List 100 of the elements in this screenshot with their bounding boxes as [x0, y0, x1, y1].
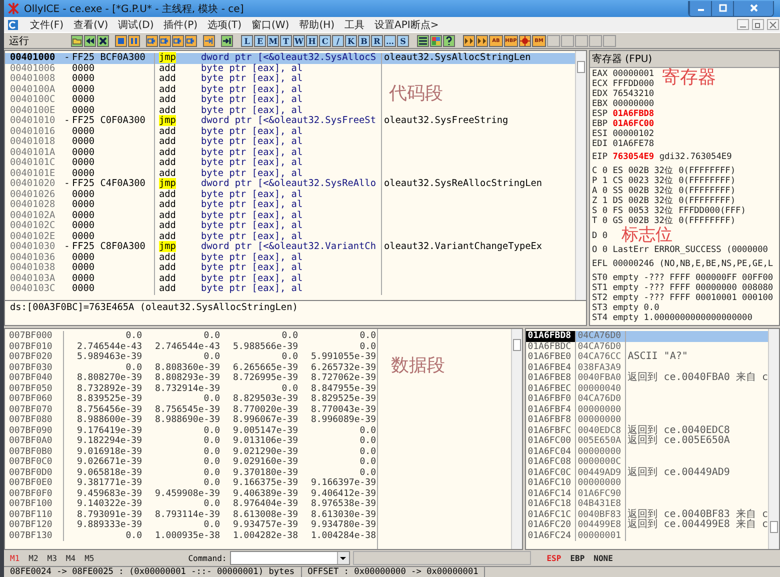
stack-mode-tab[interactable]: EBP — [567, 554, 588, 562]
list-button[interactable] — [417, 34, 429, 46]
address-text[interactable]: 00401000 — [5, 53, 62, 64]
menu-item[interactable]: 插件(P) — [160, 18, 202, 32]
address-text[interactable]: 0040103C — [5, 284, 62, 294]
stack-row[interactable]: 01A6FBE0 04CA76CC ASCII "A?" — [526, 352, 768, 362]
stack-row[interactable]: 01A6FBFC 0040EDC8 返回到 ce.0040EDC8 — [526, 426, 768, 436]
view-button[interactable]: H — [306, 34, 318, 46]
step-button[interactable] — [172, 34, 184, 46]
address-text[interactable]: 0040100E — [5, 106, 62, 116]
view-button[interactable]: M — [267, 34, 279, 46]
stack-row[interactable]: 01A6FC14 01A6FC90 — [526, 488, 768, 499]
stack-mode-tab[interactable]: NONE — [590, 554, 616, 562]
menu-item[interactable]: 调试(D) — [114, 18, 158, 32]
view-button[interactable]: … — [384, 34, 396, 46]
address-text[interactable]: 0040101A — [5, 148, 62, 158]
view-button[interactable]: T — [280, 34, 292, 46]
pause-button[interactable] — [128, 34, 140, 46]
stack-row[interactable]: 01A6FC00 005E650A 返回到 ce.005E650A — [526, 436, 768, 446]
view-button[interactable]: / — [332, 34, 344, 46]
view-button[interactable]: B — [358, 34, 370, 46]
status-text: OFFSET : 0x00000000 -> 0x00000001 — [302, 567, 486, 577]
memory-tab[interactable]: M4 — [62, 554, 79, 562]
stack-row[interactable]: 01A6FC04 00000000 — [526, 446, 768, 457]
stack-row[interactable]: 01A6FBF8 00000000 — [526, 415, 768, 426]
arrows-button[interactable] — [463, 34, 475, 46]
address-text[interactable]: 0040100A — [5, 84, 62, 95]
stack-row[interactable]: 01A6FC08 0000000C — [526, 457, 768, 468]
minimize-button[interactable] — [737, 19, 749, 30]
stack-row[interactable]: 01A6FC20 004499E8 返回到 ce.004499E8 来自 c — [526, 520, 768, 530]
address-text[interactable]: 00401036 — [5, 252, 62, 263]
stack-row[interactable]: 01A6FBE8 0040FBA0 返回到 ce.0040FBA0 来自 c — [526, 373, 768, 384]
view-button[interactable]: L — [241, 34, 253, 46]
float-value: 9.381771e-39 — [76, 478, 142, 488]
stack-row[interactable]: 01A6FBF4 00000000 — [526, 404, 768, 415]
address-text[interactable]: 00401028 — [5, 200, 62, 210]
menu-item[interactable]: 设置API断点> — [370, 18, 443, 32]
address-text[interactable]: 00401016 — [5, 126, 62, 137]
view-button[interactable]: W — [293, 34, 305, 46]
goto-button[interactable] — [221, 34, 233, 46]
scrollbar[interactable] — [768, 329, 779, 549]
input-field[interactable] — [352, 551, 531, 565]
address-text[interactable]: 0040102C — [5, 221, 62, 232]
stack-row[interactable]: 01A6FC18 04B431E8 — [526, 499, 768, 510]
scrollbar[interactable] — [575, 51, 586, 300]
view-button[interactable]: S — [397, 34, 409, 46]
view-button[interactable]: E — [254, 34, 266, 46]
address-text[interactable]: 00401008 — [5, 74, 62, 84]
stack-row[interactable]: 01A6FC24 00000001 — [526, 530, 768, 541]
address-text[interactable]: 0040102E — [5, 232, 62, 242]
grid-button[interactable] — [430, 34, 442, 46]
close-button[interactable] — [733, 0, 773, 16]
address-text[interactable]: 00401026 — [5, 190, 62, 200]
stack-row[interactable]: 01A6FBE4 038FA3A9 — [526, 362, 768, 373]
scrollbar[interactable] — [510, 329, 522, 549]
return-button[interactable] — [203, 34, 215, 46]
step-button[interactable] — [159, 34, 171, 46]
command-combobox[interactable] — [230, 551, 350, 565]
address-text[interactable]: 0040100C — [5, 95, 62, 106]
address-text[interactable]: 0040102A — [5, 210, 62, 221]
address-text[interactable]: 0040101E — [5, 168, 62, 179]
view-button[interactable]: C — [319, 34, 331, 46]
arrows-button[interactable] — [476, 34, 488, 46]
memory-tab[interactable]: M3 — [44, 554, 60, 562]
minimize-button[interactable] — [689, 0, 711, 16]
comment-text: oleaut32.VariantChangeTypeEx — [384, 241, 542, 252]
address-text[interactable]: 00401030 — [5, 242, 62, 252]
stack-row[interactable]: 01A6FBEC 00000040 — [526, 384, 768, 394]
help-button[interactable] — [443, 34, 455, 46]
address-text[interactable]: 00401010 — [5, 116, 62, 126]
memory-tab[interactable]: M5 — [82, 554, 98, 562]
step-button[interactable] — [185, 34, 197, 46]
play-button[interactable] — [115, 34, 127, 46]
menu-item[interactable]: 窗口(W) — [248, 18, 294, 32]
restore-button[interactable] — [752, 19, 764, 30]
starburst-button[interactable] — [519, 34, 531, 46]
stack-row[interactable]: 01A6FC10 00000000 — [526, 478, 768, 488]
address-text[interactable]: 00401020 — [5, 179, 62, 190]
memory-tab[interactable]: M2 — [26, 554, 42, 562]
view-button[interactable]: K — [345, 34, 357, 46]
menu-item[interactable]: 工具 — [340, 18, 369, 32]
rewind-button[interactable] — [84, 34, 96, 46]
stack-row[interactable]: 01A6FBF0 04CA76D0 — [526, 394, 768, 404]
menu-item[interactable]: 选项(T) — [204, 18, 246, 32]
stack-row[interactable]: 01A6FC0C 00449AD9 返回到 ce.00449AD9 — [526, 468, 768, 478]
stack-row[interactable]: 01A6FBDC 04CA76D0 — [526, 342, 768, 352]
view-button[interactable]: R — [371, 34, 383, 46]
maximize-button[interactable] — [711, 0, 733, 16]
stack-row[interactable]: 01A6FC1C 0040BF83 返回到 ce.0040BF83 来自 c — [526, 510, 768, 520]
address-text[interactable]: 00401038 — [5, 263, 62, 274]
menu-item[interactable]: 查看(V) — [70, 18, 112, 32]
menu-item[interactable]: 文件(F) — [26, 18, 68, 32]
address-text[interactable]: 00401006 — [5, 64, 62, 74]
close-button[interactable] — [97, 34, 109, 46]
address-text[interactable]: 00401018 — [5, 137, 62, 148]
folder-button[interactable] — [71, 34, 83, 46]
menu-item[interactable]: 帮助(H) — [295, 18, 339, 32]
address-text[interactable]: 0040101C — [5, 158, 62, 168]
address-text[interactable]: 0040103A — [5, 274, 62, 284]
step-button[interactable] — [146, 34, 158, 46]
